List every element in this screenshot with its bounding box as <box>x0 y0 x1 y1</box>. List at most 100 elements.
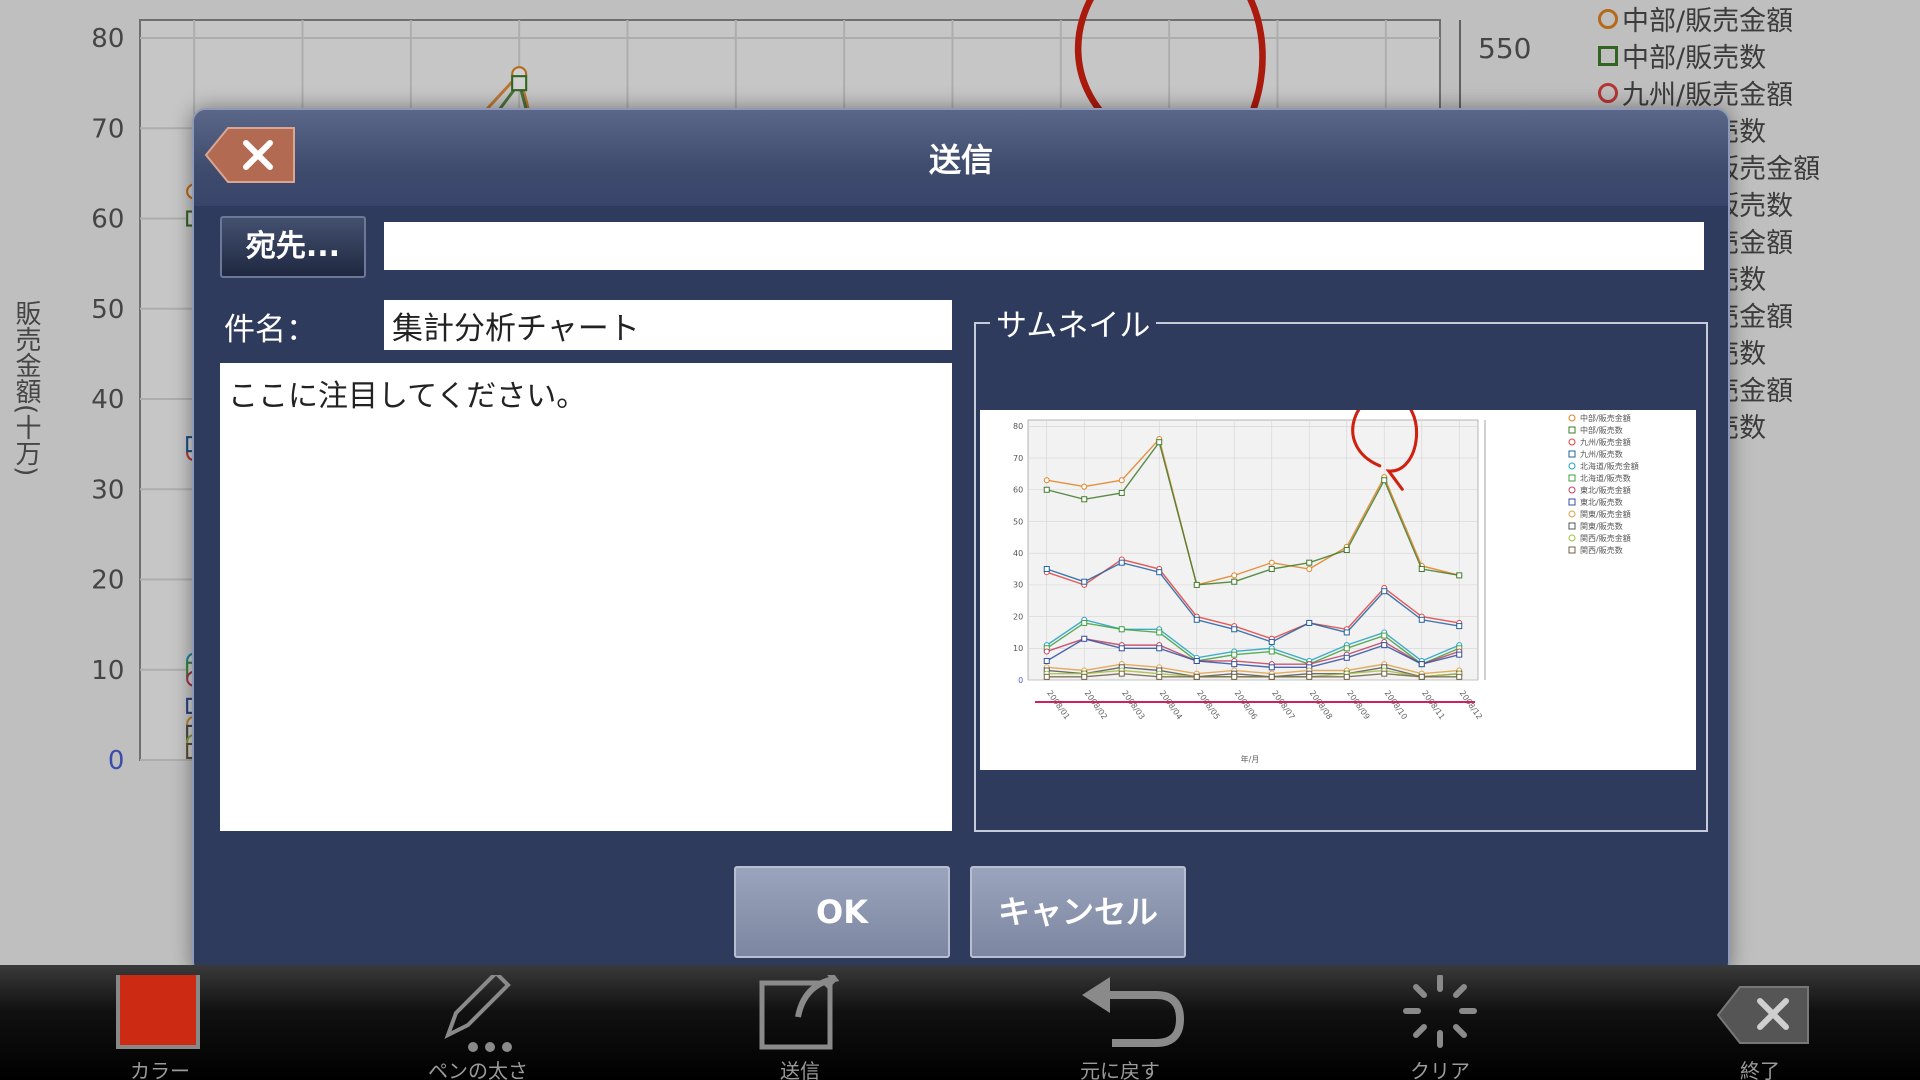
recipient-input[interactable] <box>384 222 1704 270</box>
data-point <box>1081 635 1088 642</box>
data-point <box>1193 657 1200 664</box>
data-point <box>1156 629 1163 636</box>
data-point <box>1268 673 1275 680</box>
data-point <box>1343 654 1350 661</box>
data-point <box>1118 670 1125 677</box>
data-point <box>1193 673 1200 680</box>
share-icon <box>759 975 840 1050</box>
data-point <box>1043 566 1050 573</box>
color-tool-label: カラー <box>130 1059 190 1080</box>
y-tick-label: 70 <box>1013 454 1023 463</box>
data-point <box>1456 673 1463 680</box>
y-tick-label: 50 <box>1013 517 1023 526</box>
data-point <box>1231 673 1238 680</box>
data-point <box>1268 648 1275 655</box>
clear-tool[interactable]: クリア <box>1340 965 1540 1080</box>
data-point <box>1081 496 1088 503</box>
data-point <box>1306 673 1313 680</box>
x-tick-label: 2008/12 <box>1458 689 1484 721</box>
x-tick-label: 2008/05 <box>1195 689 1221 721</box>
undo-tool[interactable]: 元に戻す <box>1020 965 1220 1080</box>
x-tick-label: 2008/06 <box>1233 689 1259 721</box>
undo-tool-label: 元に戻す <box>1080 1059 1160 1080</box>
thumb-x-axis-label: 年/月 <box>1241 754 1260 764</box>
message-body-input[interactable]: ここに注目してください。 <box>220 363 952 831</box>
data-point <box>1418 566 1425 573</box>
recipient-button[interactable]: 宛先... <box>220 216 366 278</box>
exit-icon <box>1716 986 1809 1044</box>
pen-width-tool-label: ペンの太さ <box>428 1059 528 1080</box>
subject-label: 件名： <box>224 312 317 348</box>
data-point <box>1268 664 1275 671</box>
data-point <box>1118 645 1125 652</box>
data-point <box>1156 673 1163 680</box>
thumb-legend-marker <box>1568 486 1576 494</box>
data-point <box>1343 629 1350 636</box>
data-point <box>1268 559 1275 566</box>
data-point <box>1418 673 1425 680</box>
data-point <box>1268 566 1275 573</box>
thumb-legend-label: 関東/販売数 <box>1580 521 1623 531</box>
thumb-legend-marker <box>1568 414 1576 422</box>
data-point <box>1156 439 1163 446</box>
x-tick-label: 2008/03 <box>1120 689 1146 721</box>
clear-tool-label: クリア <box>1410 1059 1470 1080</box>
data-point <box>1231 651 1238 658</box>
data-point <box>1343 673 1350 680</box>
y-tick-label: 0 <box>1018 676 1023 685</box>
data-point <box>1231 572 1238 579</box>
pen-width-tool[interactable]: ペンの太さ <box>378 965 578 1080</box>
exit-tool-label: 終了 <box>1740 1059 1780 1080</box>
data-point <box>1043 486 1050 493</box>
data-point <box>1343 547 1350 553</box>
ok-button[interactable]: OK <box>734 866 950 958</box>
thumb-legend-label: 北海道/販売金額 <box>1580 461 1639 471</box>
data-point <box>1118 477 1125 484</box>
send-tool[interactable]: 送信 <box>700 965 900 1080</box>
y-tick-label: 80 <box>1013 422 1023 431</box>
y-tick-label: 60 <box>1013 486 1023 495</box>
data-point <box>1381 632 1388 639</box>
data-point <box>1381 670 1388 677</box>
data-point <box>1193 616 1200 623</box>
thumb-legend-marker <box>1568 426 1576 434</box>
data-point <box>1081 673 1088 680</box>
data-point <box>1456 651 1463 658</box>
exit-tool[interactable]: 終了 <box>1660 965 1860 1080</box>
back-button[interactable] <box>204 126 296 184</box>
thumb-legend-marker <box>1568 474 1576 482</box>
thumb-legend-label: 東北/販売金額 <box>1580 485 1631 495</box>
thumbnail-label: サムネイル <box>990 300 1157 345</box>
subject-input[interactable] <box>384 300 952 350</box>
thumb-legend-marker <box>1568 546 1576 554</box>
y-tick-label: 20 <box>1013 612 1023 621</box>
thumb-legend-label: 中部/販売金額 <box>1580 413 1631 423</box>
data-point <box>1043 648 1050 655</box>
thumb-legend-label: 北海道/販売数 <box>1580 473 1631 483</box>
close-icon <box>204 127 295 183</box>
thumb-legend-marker <box>1568 438 1576 446</box>
thumb-legend-label: 関西/販売金額 <box>1580 533 1631 543</box>
thumb-legend-marker <box>1568 450 1576 458</box>
thumb-legend-label: 東北/販売数 <box>1580 497 1623 507</box>
thumb-legend-marker <box>1568 522 1576 530</box>
color-tool[interactable]: カラー <box>60 965 260 1080</box>
data-point <box>1118 626 1125 633</box>
x-tick-label: 2008/01 <box>1045 689 1071 721</box>
data-point <box>1456 572 1463 579</box>
cancel-button[interactable]: キャンセル <box>970 866 1186 958</box>
data-point <box>1156 569 1163 576</box>
data-point <box>1418 661 1425 668</box>
thumb-legend-label: 九州/販売金額 <box>1580 437 1631 447</box>
send-dialog: 送信 宛先... 件名： ここに注目してください。 サムネイル 0 10 20 30 4… <box>192 108 1730 976</box>
bottom-toolbar: カラー ペンの太さ 送信 元に戻す クリア 終了 <box>0 965 1920 1080</box>
data-point <box>1118 489 1125 496</box>
thumb-legend-marker <box>1568 534 1576 542</box>
data-point <box>1081 483 1088 490</box>
x-tick-label: 2008/08 <box>1308 689 1334 721</box>
data-point <box>1193 581 1200 588</box>
send-tool-label: 送信 <box>780 1059 820 1080</box>
y-tick-label: 30 <box>1013 581 1023 590</box>
data-point <box>1306 566 1313 573</box>
data-point <box>1456 623 1463 630</box>
